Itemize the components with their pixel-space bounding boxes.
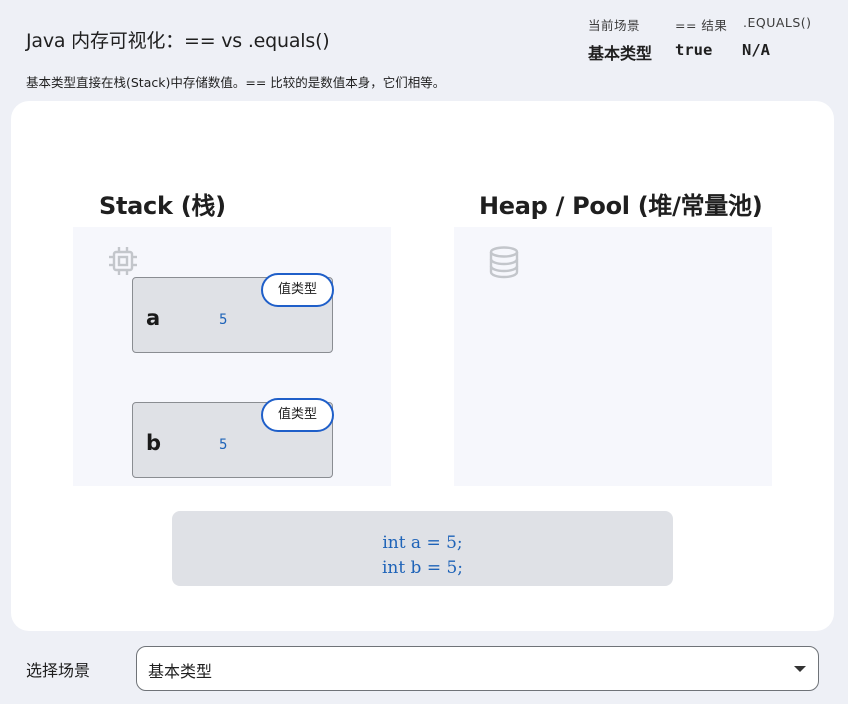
database-icon <box>487 245 521 283</box>
scenario-description: 基本类型直接在栈(Stack)中存储数值。== 比较的是数值本身，它们相等。 <box>26 75 446 90</box>
code-snippet: int a = 5; int b = 5; <box>172 511 673 586</box>
variable-value: 5 <box>219 437 228 453</box>
variable-value: 5 <box>219 312 228 328</box>
status-panel: 当前场景 == 结果 .EQUALS() 基本类型 true N/A <box>588 14 828 66</box>
stack-variable-b: b 5 值类型 <box>132 398 334 478</box>
heap-title: Heap / Pool (堆/常量池) <box>479 192 763 220</box>
scenario-select-value: 基本类型 <box>148 662 213 681</box>
heap-panel <box>454 227 772 486</box>
code-line: int b = 5; <box>381 558 464 578</box>
chip-icon <box>107 245 139 281</box>
value-type-badge: 值类型 <box>261 398 334 432</box>
code-line: int a = 5; <box>382 533 463 553</box>
scenario-value: 基本类型 <box>588 44 653 63</box>
scenario-header: 当前场景 <box>588 18 641 33</box>
value-type-badge: 值类型 <box>261 273 334 307</box>
chevron-down-icon[interactable] <box>794 666 806 672</box>
stack-variable-a: a 5 值类型 <box>132 273 334 353</box>
page-title: Java 内存可视化：== vs .equals() <box>26 30 330 52</box>
visualization-card: Stack (栈) Heap / Pool (堆/常量池) a 5 值类型 b … <box>11 101 834 631</box>
eq-result-header: == 结果 <box>675 18 728 33</box>
eq-result-value: true <box>675 41 713 59</box>
stack-panel: a 5 值类型 b 5 值类型 <box>73 227 391 486</box>
scenario-select-label: 选择场景 <box>26 661 91 680</box>
stack-title: Stack (栈) <box>99 192 226 220</box>
scenario-select[interactable]: 基本类型 <box>136 646 819 691</box>
equals-result-header: .EQUALS() <box>743 15 812 30</box>
variable-name: b <box>146 431 162 455</box>
variable-name: a <box>146 306 161 330</box>
equals-result-value: N/A <box>742 41 770 59</box>
